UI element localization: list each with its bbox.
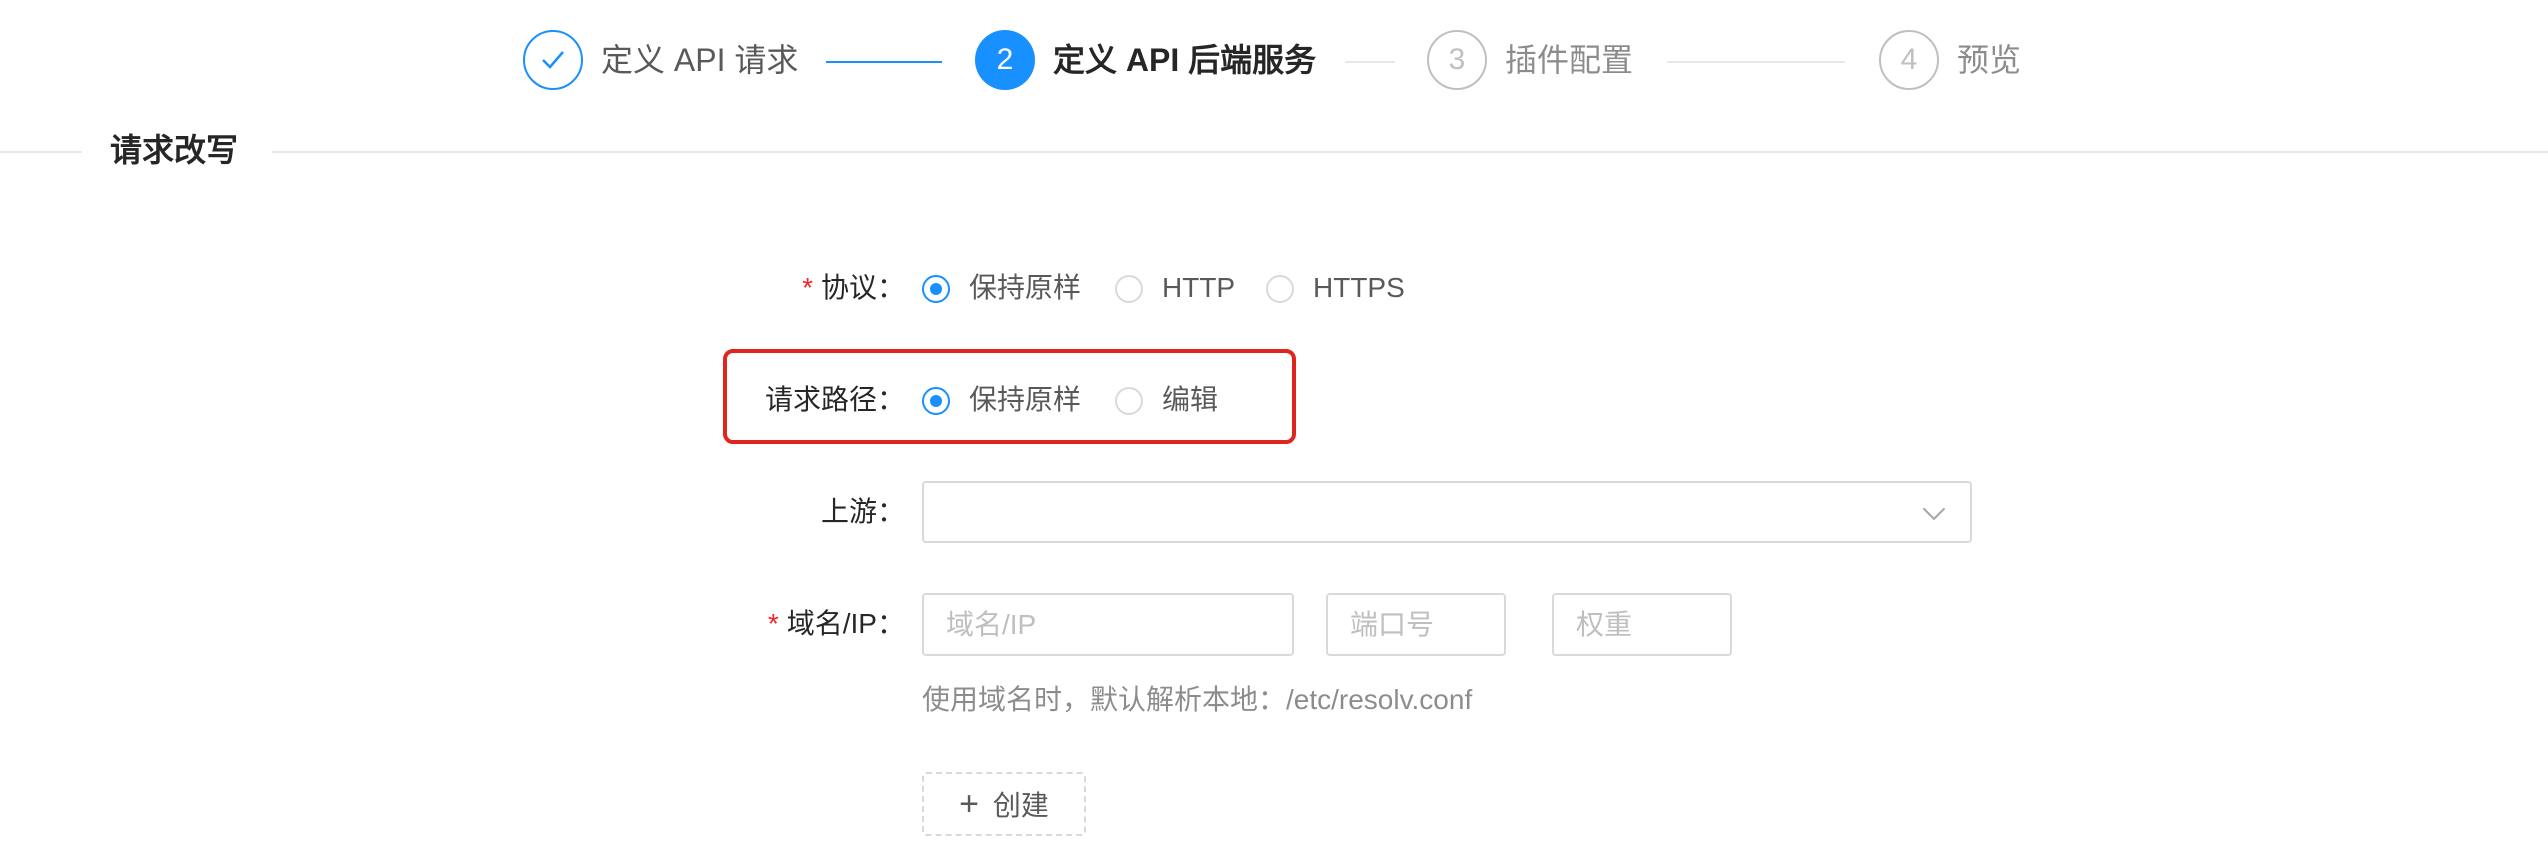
host-input[interactable] [922, 593, 1294, 656]
request-path-radio-keep[interactable] [922, 387, 950, 415]
divider-right [272, 151, 2548, 153]
weight-input[interactable] [1552, 593, 1732, 656]
section-title: 请求改写 [110, 132, 239, 168]
protocol-radio-http[interactable] [1115, 275, 1143, 303]
request-path-radio-edit[interactable] [1115, 387, 1143, 415]
request-path-option-edit-label[interactable]: 编辑 [1162, 380, 1218, 420]
step-4-title: 预览 [1957, 42, 2022, 78]
step-2-title: 定义 API 后端服务 [1053, 42, 1317, 78]
required-asterisk: * [802, 272, 813, 303]
protocol-option-keep-label[interactable]: 保持原样 [969, 268, 1081, 308]
protocol-option-https-label[interactable]: HTTPS [1313, 268, 1405, 308]
step-3-title: 插件配置 [1505, 42, 1634, 78]
chevron-down-icon [1922, 497, 1946, 521]
upstream-select[interactable] [922, 481, 1972, 543]
step-connector-1 [826, 61, 942, 63]
step-1-check-icon [523, 30, 583, 90]
step-1-title[interactable]: 定义 API 请求 [601, 40, 798, 80]
plus-icon: + [959, 785, 979, 823]
protocol-radio-https[interactable] [1266, 275, 1294, 303]
step-connector-2 [1345, 61, 1395, 63]
check-icon [542, 51, 564, 69]
step-2-number: 2 [975, 30, 1035, 90]
upstream-label: 上游： [820, 496, 905, 527]
protocol-option-http-label[interactable]: HTTP [1162, 268, 1235, 308]
port-input[interactable] [1326, 593, 1506, 656]
step-4-number: 4 [1879, 30, 1939, 90]
step-3-number: 3 [1427, 30, 1487, 90]
step-connector-3 [1667, 61, 1845, 63]
required-asterisk: * [767, 608, 779, 639]
request-path-label: 请求路径： [764, 384, 905, 415]
host-label: * 域名/IP： [767, 608, 905, 639]
protocol-radio-keep[interactable] [922, 275, 950, 303]
create-button[interactable]: + 创建 [922, 772, 1086, 836]
host-help-text: 使用域名时，默认解析本地：/etc/resolv.conf [922, 684, 1473, 715]
request-path-option-keep-label[interactable]: 保持原样 [969, 380, 1081, 420]
protocol-label: * 协议： [802, 272, 905, 303]
create-button-label: 创建 [992, 790, 1049, 821]
divider-left [0, 151, 82, 153]
